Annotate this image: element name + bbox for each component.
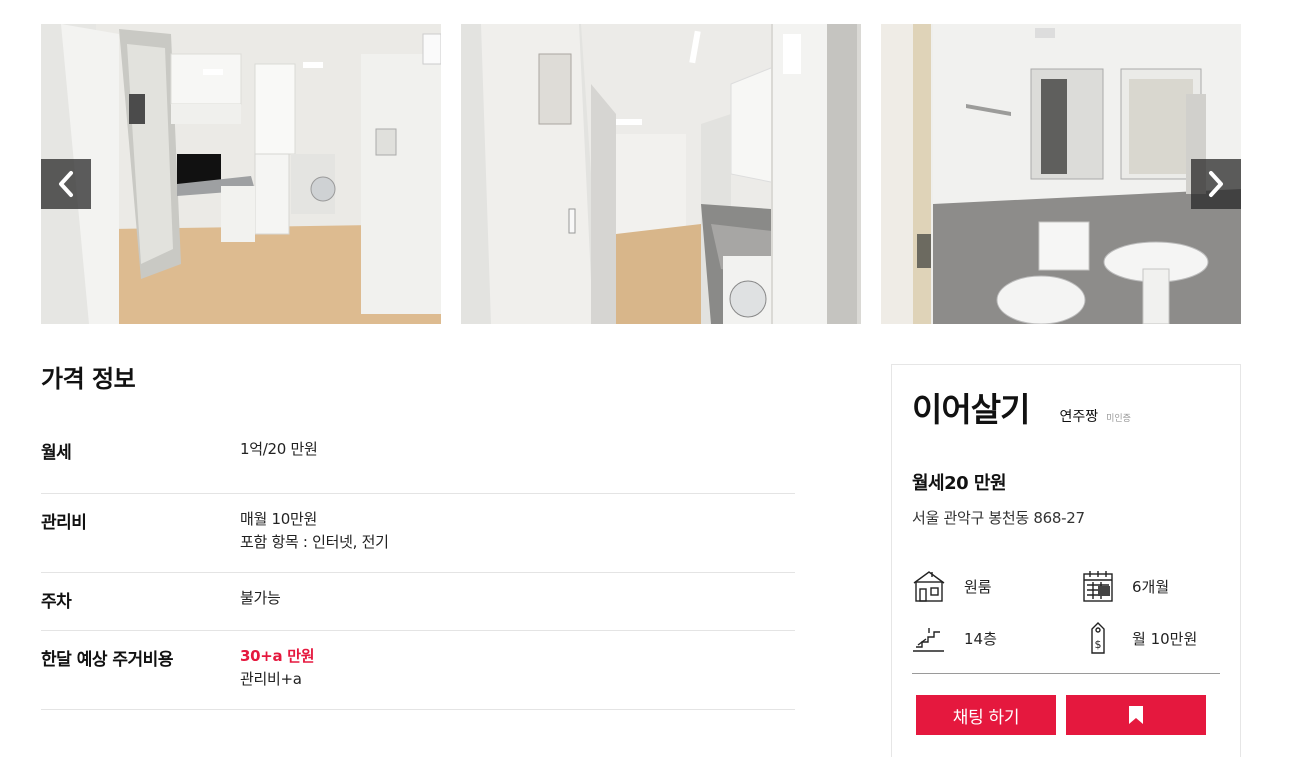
- bookmark-button[interactable]: [1066, 695, 1206, 735]
- period-label: 6개월: [1132, 577, 1170, 596]
- rent-label: 월세: [41, 443, 72, 463]
- floor-label: 14층: [964, 629, 997, 648]
- chevron-right-icon: [1209, 171, 1223, 197]
- maintenance-label: 관리비: [41, 513, 87, 533]
- monthly-cost-label: 한달 예상 주거비용: [41, 650, 173, 670]
- room-type-label: 원룸: [964, 577, 992, 596]
- card-price: 월세20 만원: [912, 473, 1007, 494]
- maintenance-included: 포함 항목 : 인터넷, 전기: [240, 533, 389, 551]
- bookmark-icon: [1129, 706, 1143, 724]
- card-address: 서울 관악구 봉천동 868-27: [912, 509, 1085, 527]
- price-row-maintenance: 관리비 매월 10만원 포함 항목 : 인터넷, 전기: [41, 494, 795, 573]
- room-photo-3[interactable]: [881, 24, 1241, 324]
- feature-room-type: 원룸: [912, 569, 992, 603]
- price-table: 월세 1억/20 만원 관리비 매월 10만원 포함 항목 : 인터넷, 전기 …: [41, 432, 795, 710]
- monthly-cost-amount: 30+a 만원: [240, 647, 315, 665]
- price-info-section: 가격 정보 월세 1억/20 만원 관리비 매월 10만원 포함 항목 : 인터…: [41, 364, 795, 710]
- monthly-cost-note: 관리비+a: [240, 670, 302, 688]
- listing-type-title: 이어살기: [912, 390, 1030, 429]
- chevron-left-icon: [59, 171, 73, 197]
- maintenance-fee-label: 월 10만원: [1132, 629, 1198, 648]
- feature-maintenance-fee: $ 월 10만원: [1082, 621, 1197, 655]
- price-row-parking: 주차 불가능: [41, 573, 795, 631]
- stairs-icon: [913, 628, 944, 652]
- house-icon: [913, 571, 945, 602]
- price-row-rent: 월세 1억/20 만원: [41, 432, 795, 494]
- price-row-monthly-cost: 한달 예상 주거비용 30+a 만원 관리비+a: [41, 631, 795, 710]
- svg-text:$: $: [1095, 638, 1102, 651]
- parking-label: 주차: [41, 592, 72, 612]
- calendar-icon: [1083, 571, 1113, 602]
- verification-badge: 미인증: [1106, 414, 1131, 424]
- card-header: 이어살기 연주짱 미인증: [912, 383, 1131, 431]
- gallery-prev-button[interactable]: [41, 159, 91, 209]
- feature-period: 6개월: [1082, 569, 1169, 603]
- parking-value: 불가능: [240, 589, 281, 607]
- gallery-next-button[interactable]: [1191, 159, 1241, 209]
- feature-floor: 14층: [912, 621, 997, 655]
- card-divider: [912, 673, 1220, 674]
- room-photo-1[interactable]: [41, 24, 441, 324]
- price-tag-icon: $: [1091, 622, 1105, 654]
- rent-value: 1억/20 만원: [240, 440, 318, 458]
- monthly-cost-value: 30+a 만원 관리비+a: [240, 645, 315, 709]
- listing-summary-card: 이어살기 연주짱 미인증 월세20 만원 서울 관악구 봉천동 868-27 원…: [891, 364, 1241, 757]
- photo-gallery: [41, 24, 1241, 324]
- chat-button[interactable]: 채팅 하기: [916, 695, 1056, 735]
- price-info-title: 가격 정보: [41, 365, 136, 393]
- owner-name[interactable]: 연주짱: [1059, 406, 1098, 426]
- room-photo-2[interactable]: [461, 24, 861, 324]
- maintenance-value: 매월 10만원 포함 항목 : 인터넷, 전기: [240, 508, 389, 572]
